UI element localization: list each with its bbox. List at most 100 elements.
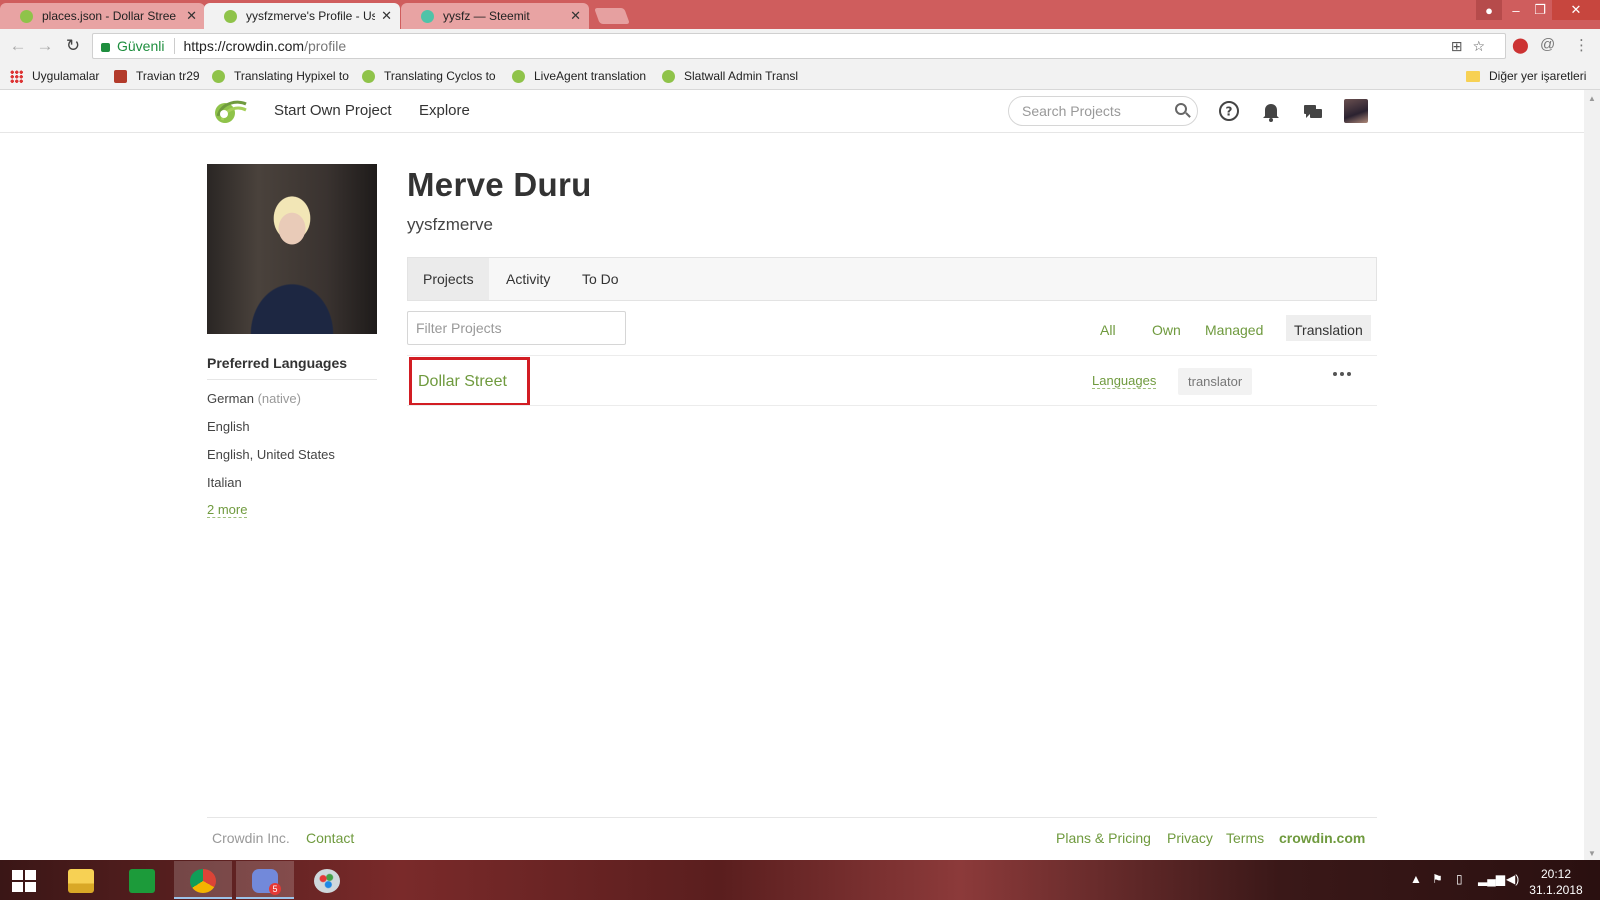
filter-managed[interactable]: Managed (1197, 318, 1271, 344)
menu-kebab-icon[interactable]: ⋮ (1574, 36, 1589, 54)
translate-and-star-icons[interactable]: ⊞☆ (1451, 38, 1495, 55)
bookmark-apps[interactable]: Uygulamalar (10, 69, 110, 83)
more-languages-link[interactable]: 2 more (207, 502, 248, 518)
taskbar-file-explorer[interactable] (52, 861, 110, 899)
browser-tab-active[interactable]: yysfzmerve's Profile - Us ✕ (204, 3, 400, 29)
project-languages-link[interactable]: Languages (1092, 373, 1157, 389)
footer-plans-link[interactable]: Plans & Pricing (1056, 830, 1151, 846)
language-item: English (207, 419, 250, 434)
bookmark-label: Travian tr29 (136, 69, 200, 83)
language-name: Italian (207, 475, 242, 490)
close-tab-icon[interactable]: ✕ (570, 8, 581, 24)
footer-terms-link[interactable]: Terms (1226, 830, 1264, 846)
crowdin-icon (662, 69, 675, 83)
taskbar-chrome[interactable] (174, 861, 232, 899)
profile-photo (207, 164, 377, 334)
search-projects-input[interactable]: Search Projects (1008, 96, 1198, 126)
language-name: English, United States (207, 447, 335, 462)
bookmark-cyclos[interactable]: Translating Cyclos to (362, 69, 500, 83)
tray-volume-icon[interactable]: ◀) (1506, 872, 1519, 886)
scroll-down-arrow-icon[interactable]: ▼ (1588, 849, 1596, 858)
restore-icon[interactable]: ❐ (1526, 0, 1554, 20)
paint-icon (314, 869, 340, 893)
role-badge: translator (1178, 368, 1253, 395)
project-link-dollar-street[interactable]: Dollar Street (409, 357, 530, 406)
lock-icon (101, 42, 110, 52)
bookmark-slatwall[interactable]: Slatwall Admin Transl (662, 69, 800, 83)
profile-icon[interactable]: ● (1476, 0, 1502, 20)
tab-to-do[interactable]: To Do (567, 258, 634, 300)
divider (407, 355, 1377, 356)
other-bookmarks-label: Diğer yer işaretleri (1489, 69, 1587, 83)
page-scrollbar[interactable]: ▲ ▼ (1584, 90, 1600, 860)
language-item: German (native) (207, 391, 301, 406)
profile-tabs: Projects Activity To Do (407, 257, 1377, 301)
help-icon[interactable]: ? (1218, 100, 1240, 122)
browser-toolbar: ← → ↻ Güvenli https://crowdin.com /profi… (0, 29, 1600, 63)
filter-all[interactable]: All (1092, 318, 1124, 344)
bookmark-hypixel[interactable]: Translating Hypixel to (212, 69, 350, 83)
close-tab-icon[interactable]: ✕ (186, 8, 197, 24)
tab-projects[interactable]: Projects (408, 258, 489, 300)
taskbar-paint[interactable] (298, 861, 356, 899)
divider (207, 379, 377, 380)
windows-start-icon[interactable] (12, 870, 36, 892)
reload-icon[interactable]: ↻ (63, 36, 83, 56)
tray-chevron-icon[interactable]: ▲ (1410, 872, 1422, 886)
steemit-favicon-icon (421, 9, 434, 23)
user-avatar[interactable] (1344, 99, 1368, 123)
extension-icon[interactable]: ⬤ (1512, 36, 1529, 54)
nav-start-own-project[interactable]: Start Own Project (274, 102, 392, 119)
close-tab-icon[interactable]: ✕ (381, 8, 392, 24)
filter-projects-input[interactable]: Filter Projects (407, 311, 626, 345)
footer-brand-link[interactable]: crowdin.com (1279, 830, 1365, 846)
svg-text:?: ? (1226, 105, 1233, 119)
footer-privacy-link[interactable]: Privacy (1167, 830, 1213, 846)
other-bookmarks[interactable]: Diğer yer işaretleri (1466, 69, 1596, 83)
footer-divider (207, 817, 1377, 818)
clock-time: 20:12 (1540, 867, 1572, 881)
new-tab-button[interactable] (594, 8, 630, 24)
taskbar-store[interactable] (113, 861, 171, 899)
tray-network-icon[interactable]: ▂▄▆ (1478, 872, 1505, 886)
filter-placeholder: Filter Projects (416, 320, 502, 336)
apps-grid-icon (10, 69, 23, 83)
back-arrow-icon[interactable]: ← (8, 36, 28, 56)
filter-own[interactable]: Own (1144, 318, 1189, 344)
crowdin-logo-icon[interactable] (210, 96, 248, 126)
chrome-icon (190, 869, 216, 893)
language-name: English (207, 419, 250, 434)
bell-icon[interactable] (1260, 100, 1282, 122)
bookmark-travian[interactable]: Travian tr29 (114, 69, 204, 83)
taskbar-clock[interactable]: 20:12 31.1.2018 (1526, 866, 1586, 898)
tray-flag-icon[interactable]: ⚑ (1432, 872, 1443, 886)
address-bar[interactable]: Güvenli https://crowdin.com /profile ⊞☆ (92, 33, 1506, 59)
tab-activity[interactable]: Activity (491, 258, 565, 300)
footer-contact-link[interactable]: Contact (306, 830, 354, 846)
extension-at-icon[interactable]: @ (1540, 36, 1555, 53)
profile-name: Merve Duru (407, 166, 592, 203)
crowdin-icon (212, 69, 225, 83)
taskbar-discord[interactable]: 5 (236, 861, 294, 899)
bookmark-label: Translating Cyclos to (384, 69, 496, 83)
bookmark-label: Uygulamalar (32, 69, 100, 83)
language-native-note: (native) (257, 391, 301, 406)
browser-tab[interactable]: yysfz — Steemit ✕ (401, 3, 589, 29)
browser-tab[interactable]: places.json - Dollar Stree ✕ (0, 3, 205, 29)
search-icon[interactable] (1175, 103, 1187, 115)
nav-explore[interactable]: Explore (419, 102, 470, 119)
messages-icon[interactable] (1302, 100, 1324, 122)
crowdin-icon (362, 69, 375, 83)
windows-taskbar: 5 ▲ ⚑ ▯ ▂▄▆ ◀) (0, 860, 1600, 900)
browser-tab-title: places.json - Dollar Stree (42, 9, 177, 23)
scroll-up-arrow-icon[interactable]: ▲ (1588, 94, 1596, 103)
crowdin-favicon-icon (20, 9, 33, 23)
tray-battery-icon[interactable]: ▯ (1456, 872, 1463, 886)
bookmark-liveagent[interactable]: LiveAgent translation (512, 69, 650, 83)
close-window-icon[interactable]: ✕ (1552, 0, 1600, 20)
language-item: Italian (207, 475, 242, 490)
more-options-icon[interactable] (1333, 372, 1351, 376)
search-placeholder: Search Projects (1022, 103, 1121, 119)
filter-translation[interactable]: Translation (1286, 315, 1371, 341)
forward-arrow-icon[interactable]: → (35, 36, 55, 56)
